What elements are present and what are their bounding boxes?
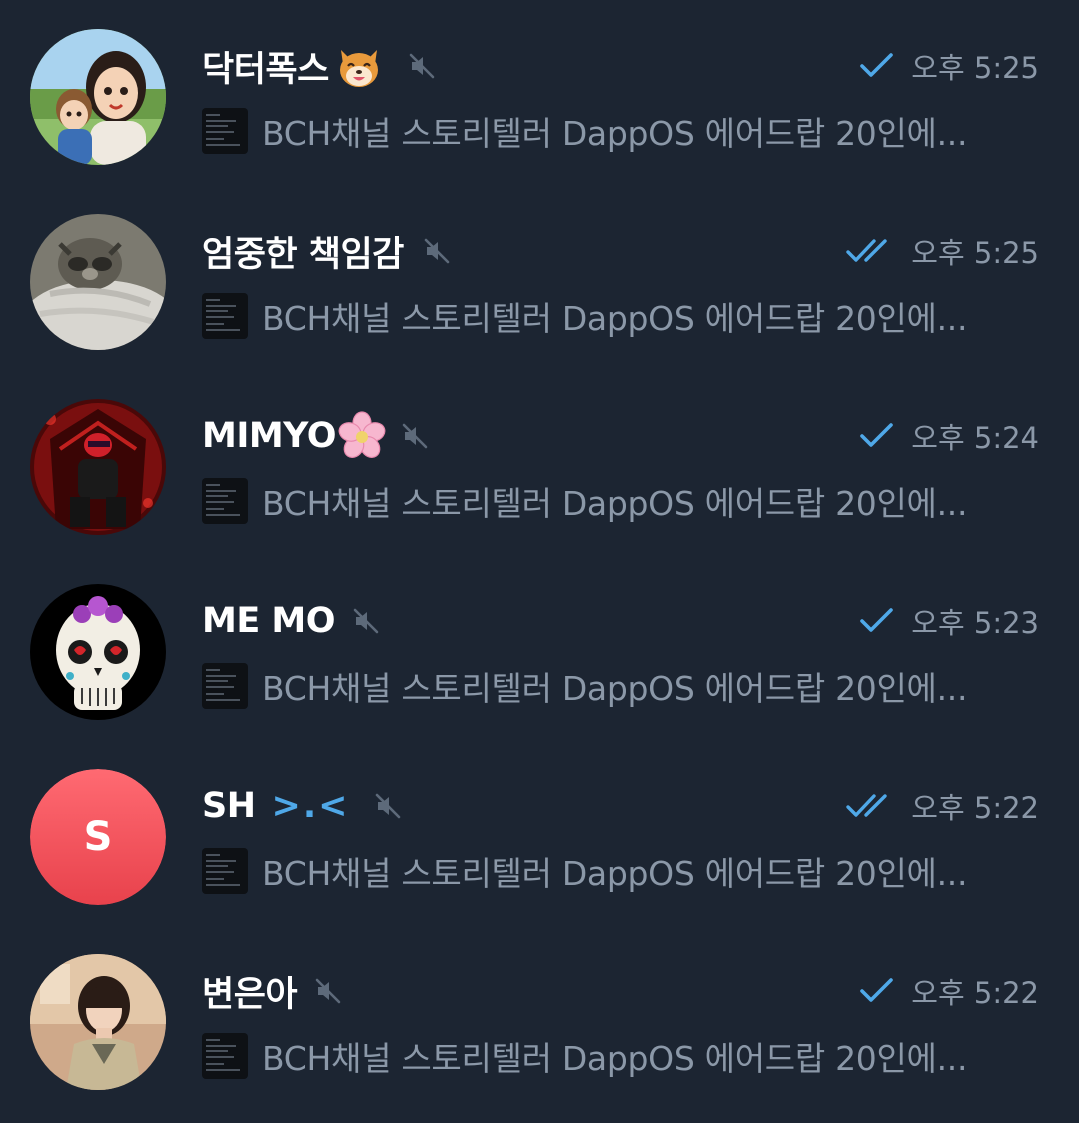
chat-preview: BCH채널 스토리텔러 DappOS 에어드랍 20인에... — [262, 299, 968, 338]
cherry-blossom-emoji — [336, 410, 388, 462]
screenshot-thumbnail — [202, 478, 248, 524]
woman-photo-avatar[interactable] — [30, 954, 166, 1090]
chat-row[interactable]: MIMYO 오후 5:24 BCH채널 스토리텔러 DappOS 에어드랍 20… — [0, 370, 1079, 554]
chat-name: 변은아 — [202, 974, 298, 1015]
chat-meta: 오후 5:25 — [845, 231, 1039, 271]
muted-icon — [313, 976, 343, 1006]
muted-icon — [407, 51, 437, 81]
single-check-icon — [857, 976, 897, 1006]
chat-time: 오후 5:25 — [911, 51, 1039, 85]
chat-time: 오후 5:24 — [911, 421, 1039, 455]
chat-preview: BCH채널 스토리텔러 DappOS 에어드랍 20인에... — [262, 484, 968, 523]
screenshot-thumbnail — [202, 1033, 248, 1079]
chat-name: SH — [202, 786, 256, 826]
letter-avatar[interactable]: S — [30, 769, 166, 905]
chat-meta: 오후 5:22 — [845, 786, 1039, 826]
chat-time: 오후 5:23 — [911, 606, 1039, 640]
chat-name: MIMYO — [202, 416, 337, 456]
chat-preview-line: BCH채널 스토리텔러 DappOS 에어드랍 20인에... — [202, 1031, 1042, 1081]
chat-meta: 오후 5:24 — [857, 416, 1039, 456]
chat-time: 오후 5:22 — [911, 976, 1039, 1010]
avatar-letter: S — [30, 769, 166, 905]
chat-preview-line: BCH채널 스토리텔러 DappOS 에어드랍 20인에... — [202, 846, 1042, 896]
muted-icon — [400, 421, 430, 451]
chat-preview: BCH채널 스토리텔러 DappOS 에어드랍 20인에... — [262, 669, 968, 708]
cartoon-mother-child-avatar[interactable] — [30, 29, 166, 165]
chat-row[interactable]: ME MO 오후 5:23 BCH채널 스토리텔러 DappOS 에어드랍 20… — [0, 555, 1079, 739]
chat-time: 오후 5:22 — [911, 791, 1039, 825]
chat-name-line: SH >.< — [202, 780, 403, 832]
chat-preview-line: BCH채널 스토리텔러 DappOS 에어드랍 20인에... — [202, 476, 1042, 526]
chat-name-line: 변은아 — [202, 965, 343, 1017]
muted-icon — [351, 606, 381, 636]
chat-name: ME MO — [202, 601, 336, 641]
muted-icon — [422, 236, 452, 266]
chat-preview: BCH채널 스토리텔러 DappOS 에어드랍 20인에... — [262, 1039, 968, 1078]
single-check-icon — [857, 421, 897, 451]
chat-name-line: 닥터폭스 — [202, 40, 437, 92]
single-check-icon — [857, 606, 897, 636]
chat-preview: BCH채널 스토리텔러 DappOS 에어드랍 20인에... — [262, 854, 968, 893]
chat-list: 닥터폭스 오후 5:25 BCH채널 스토리텔러 DappOS 에어드랍 20인… — [0, 0, 1079, 1123]
chat-name-line: MIMYO — [202, 410, 430, 462]
chat-time: 오후 5:25 — [911, 236, 1039, 270]
chat-meta: 오후 5:25 — [857, 46, 1039, 86]
chat-preview-line: BCH채널 스토리텔러 DappOS 에어드랍 20인에... — [202, 291, 1042, 341]
chat-name: 엄중한 책임감 — [202, 234, 404, 275]
chat-row[interactable]: 엄중한 책임감 오후 5:25 BCH채널 스토리텔러 DappOS 에어드랍 … — [0, 185, 1079, 369]
single-check-icon — [857, 51, 897, 81]
raccoon-photo-avatar[interactable] — [30, 214, 166, 350]
sugar-skull-avatar[interactable] — [30, 584, 166, 720]
chat-preview-line: BCH채널 스토리텔러 DappOS 에어드랍 20인에... — [202, 661, 1042, 711]
screenshot-thumbnail — [202, 663, 248, 709]
chat-name: 닥터폭스 — [202, 49, 329, 90]
screenshot-thumbnail — [202, 848, 248, 894]
chat-meta: 오후 5:22 — [857, 971, 1039, 1011]
chat-preview-line: BCH채널 스토리텔러 DappOS 에어드랍 20인에... — [202, 106, 1042, 156]
muted-icon — [373, 791, 403, 821]
screenshot-thumbnail — [202, 108, 248, 154]
chat-preview: BCH채널 스토리텔러 DappOS 에어드랍 20인에... — [262, 114, 968, 153]
chat-name-line: ME MO — [202, 595, 381, 647]
chat-row[interactable]: 변은아 오후 5:22 BCH채널 스토리텔러 DappOS 에어드랍 20인에… — [0, 925, 1079, 1109]
double-check-icon — [845, 791, 897, 821]
chat-row[interactable]: 닥터폭스 오후 5:25 BCH채널 스토리텔러 DappOS 에어드랍 20인… — [0, 0, 1079, 184]
chat-name-line: 엄중한 책임감 — [202, 225, 452, 277]
chat-row[interactable]: S SH >.< 오후 5:22 BCH채널 스토리텔러 DappOS 에어드랍… — [0, 740, 1079, 924]
chat-name-suffix: >.< — [271, 786, 350, 826]
double-check-icon — [845, 236, 897, 266]
screenshot-thumbnail — [202, 293, 248, 339]
shiba-dog-emoji — [333, 40, 385, 92]
red-throne-avatar[interactable] — [30, 399, 166, 535]
chat-meta: 오후 5:23 — [857, 601, 1039, 641]
